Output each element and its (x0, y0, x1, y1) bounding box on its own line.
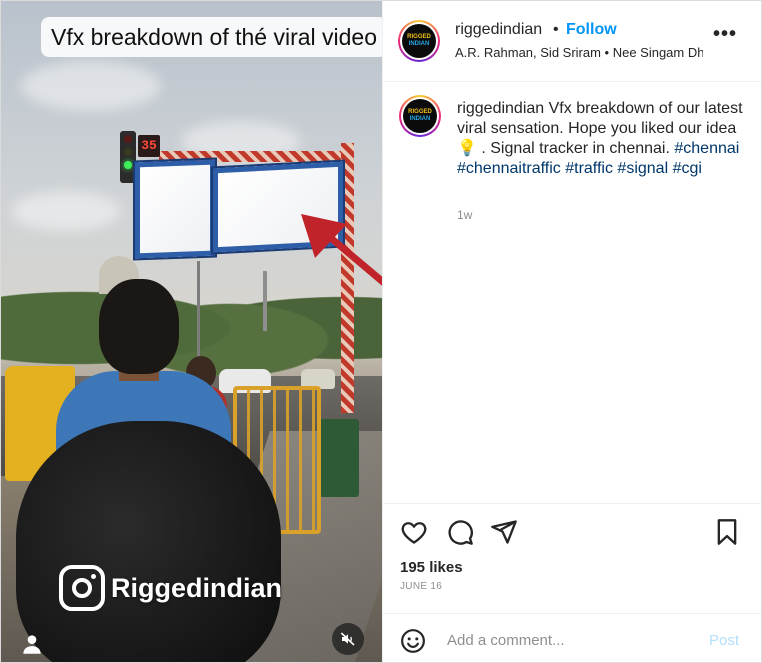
cloud (21, 61, 161, 111)
watermark: Riggedindian (59, 563, 282, 613)
backpack (16, 421, 281, 662)
instagram-post: 35 Vfx breakdown of thé viral video Rigg… (0, 0, 762, 663)
more-options-icon[interactable]: ••• (713, 24, 737, 49)
avatar-image: RIGGED INDIAN (403, 99, 437, 133)
hashtag-link[interactable]: #cgi (673, 160, 702, 177)
avatar-ring: RIGGED INDIAN (400, 22, 438, 60)
post-header: RIGGED INDIAN riggedindian • Follow A.R.… (383, 1, 761, 82)
avatar-text: RIGGED (407, 34, 431, 40)
comment-input[interactable] (445, 624, 699, 656)
post-date: JUNE 16 (400, 581, 443, 592)
hashtag-link[interactable]: #chennai (674, 140, 739, 157)
caption-avatar[interactable]: RIGGED INDIAN (399, 95, 441, 137)
username-link[interactable]: riggedindian (455, 21, 542, 39)
share-icon[interactable] (490, 518, 518, 546)
comment-icon[interactable] (446, 518, 474, 546)
lightbulb-emoji: 💡 (457, 140, 477, 157)
avatar-text: RIGGED (408, 109, 432, 115)
follow-button[interactable]: Follow (566, 21, 617, 39)
user-tag-icon[interactable] (19, 631, 45, 657)
instagram-icon (59, 565, 105, 611)
mute-icon (340, 632, 355, 646)
avatar-text: INDIAN (408, 41, 430, 47)
audio-track-link[interactable]: A.R. Rahman, Sid Sriram • Nee Singam Dh (455, 45, 703, 60)
watermark-text: Riggedindian (111, 572, 282, 603)
signal-amber-light (124, 148, 132, 156)
caption-username[interactable]: riggedindian (457, 100, 544, 117)
red-arrow-icon (301, 214, 382, 286)
avatar-text: INDIAN (409, 116, 431, 122)
post-caption: riggedindian Vfx breakdown of our latest… (457, 99, 749, 179)
video-caption: Vfx breakdown of thé viral video (41, 17, 382, 57)
hashtag-link[interactable]: #traffic (565, 160, 613, 177)
signal-timer: 35 (138, 135, 160, 157)
radio-tower (263, 271, 267, 331)
caption-text: . Signal tracker in chennai. (476, 140, 670, 157)
add-comment-bar: Post (383, 613, 761, 662)
emoji-icon[interactable] (400, 628, 426, 654)
signal-red-light (124, 135, 132, 143)
post-comment-button[interactable]: Post (709, 632, 739, 649)
heart-icon[interactable] (400, 518, 428, 546)
hashtag-link[interactable]: #chennaitraffic (457, 160, 561, 177)
post-panel: RIGGED INDIAN riggedindian • Follow A.R.… (382, 1, 761, 662)
hashtag-link[interactable]: #signal (617, 160, 668, 177)
cloud (11, 191, 121, 231)
mute-button[interactable] (332, 623, 364, 655)
dustbin (319, 419, 359, 497)
blank-signboard-left (135, 159, 215, 259)
avatar-ring: RIGGED INDIAN (401, 97, 439, 135)
avatar[interactable]: RIGGED INDIAN (398, 20, 440, 62)
bookmark-icon[interactable] (713, 518, 741, 546)
man-head (99, 279, 179, 374)
post-time[interactable]: 1w (457, 208, 472, 222)
video-player[interactable]: 35 Vfx breakdown of thé viral video Rigg… (1, 1, 382, 662)
action-bar: 195 likes JUNE 16 (383, 503, 761, 614)
likes-count[interactable]: 195 likes (400, 559, 463, 576)
separator-dot: • (553, 21, 559, 38)
signal-green-light (124, 161, 132, 169)
avatar-image: RIGGED INDIAN (402, 24, 436, 58)
